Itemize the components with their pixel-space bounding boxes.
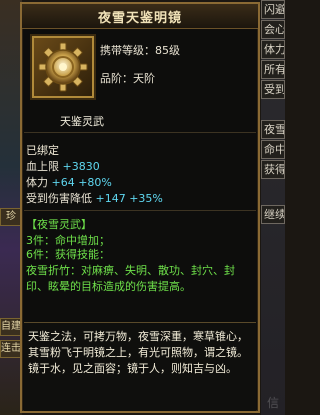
carry-level-label: 携带等级： xyxy=(100,44,155,57)
rank-label: 品阶： xyxy=(100,72,133,85)
carry-level-value: 85级 xyxy=(155,44,180,57)
right-tab-obtain[interactable]: 获得 xyxy=(261,160,285,179)
stat-bonus: +80% xyxy=(78,176,112,189)
set-pieces: 3件： xyxy=(26,234,55,247)
item-tooltip: 夜雪天鉴明镜 携带等级：85级 品阶：天阶 天鉴灵武 已绑定 血上限 +3830… xyxy=(20,2,260,413)
set-name: 【夜雪灵武】 xyxy=(26,218,92,231)
stat-bonus: +35% xyxy=(129,192,163,205)
left-tab-treasure[interactable]: 珍 xyxy=(0,208,22,226)
right-tab-stamina[interactable]: 体力 xyxy=(261,40,285,59)
bound-status: 已绑定 xyxy=(26,144,59,157)
right-tab-received[interactable]: 受到 xyxy=(261,80,285,99)
item-class: 天鉴灵武 xyxy=(60,115,104,128)
right-tab-crit[interactable]: 会心 xyxy=(261,20,285,39)
stat-label: 血上限 xyxy=(26,160,59,173)
carry-level-row: 携带等级：85级 xyxy=(100,42,180,58)
gear-mirror-icon xyxy=(38,42,88,92)
set-effect: 获得技能： xyxy=(55,248,110,261)
stat-row-damage-reduction: 受到伤害降低 +147 +35% xyxy=(26,190,163,206)
stat-base: +147 xyxy=(95,192,126,205)
lore-box: 天鉴之法，可拷万物，夜雪深重，寒草锥心，其雪粉飞于明镜之上，有光可照物，谓之镜。… xyxy=(24,322,256,411)
set-skill-description: 夜雪折竹：对麻痹、失明、散功、封穴、封印、眩晕的目标造成的伤害提高。 xyxy=(26,264,235,293)
divider xyxy=(24,210,256,211)
watermark: 信 xyxy=(266,396,279,410)
stat-base: +64 xyxy=(51,176,75,189)
item-title: 夜雪天鉴明镜 xyxy=(97,11,182,26)
right-tab-night-snow[interactable]: 夜雪 xyxy=(261,120,285,139)
divider xyxy=(24,132,256,133)
lore-text: 天鉴之法，可拷万物，夜雪深重，寒草锥心，其雪粉飞于明镜之上，有光可照物，谓之镜。… xyxy=(28,330,248,375)
rank-value: 天阶 xyxy=(133,72,155,85)
set-bonus-3: 3件：命中增加； xyxy=(26,232,110,248)
stat-label: 受到伤害降低 xyxy=(26,192,92,205)
right-tab-hit[interactable]: 命中 xyxy=(261,140,285,159)
item-icon-frame xyxy=(32,36,94,98)
right-tab-all[interactable]: 所有 xyxy=(261,60,285,79)
stat-base: +3830 xyxy=(62,160,100,173)
stat-label: 体力 xyxy=(26,176,48,189)
tooltip-title-bar: 夜雪天鉴明镜 xyxy=(22,4,258,29)
set-pieces: 6件： xyxy=(26,248,55,261)
right-tab-dodge[interactable]: 闪避 xyxy=(261,0,285,19)
left-tab-combo[interactable]: 连击 xyxy=(0,340,22,358)
set-effect: 命中增加； xyxy=(55,234,110,247)
stat-row-hp: 血上限 +3830 xyxy=(26,158,100,174)
left-tab-build[interactable]: 自建 xyxy=(0,318,22,336)
rank-row: 品阶：天阶 xyxy=(100,70,155,86)
stat-row-stamina: 体力 +64 +80% xyxy=(26,174,112,190)
set-bonus-6: 6件：获得技能： xyxy=(26,247,254,263)
right-tab-continue[interactable]: 继续 xyxy=(261,205,285,224)
set-bonus-6-block: 6件：获得技能： 夜雪折竹：对麻痹、失明、散功、封穴、封印、眩晕的目标造成的伤害… xyxy=(26,247,254,295)
